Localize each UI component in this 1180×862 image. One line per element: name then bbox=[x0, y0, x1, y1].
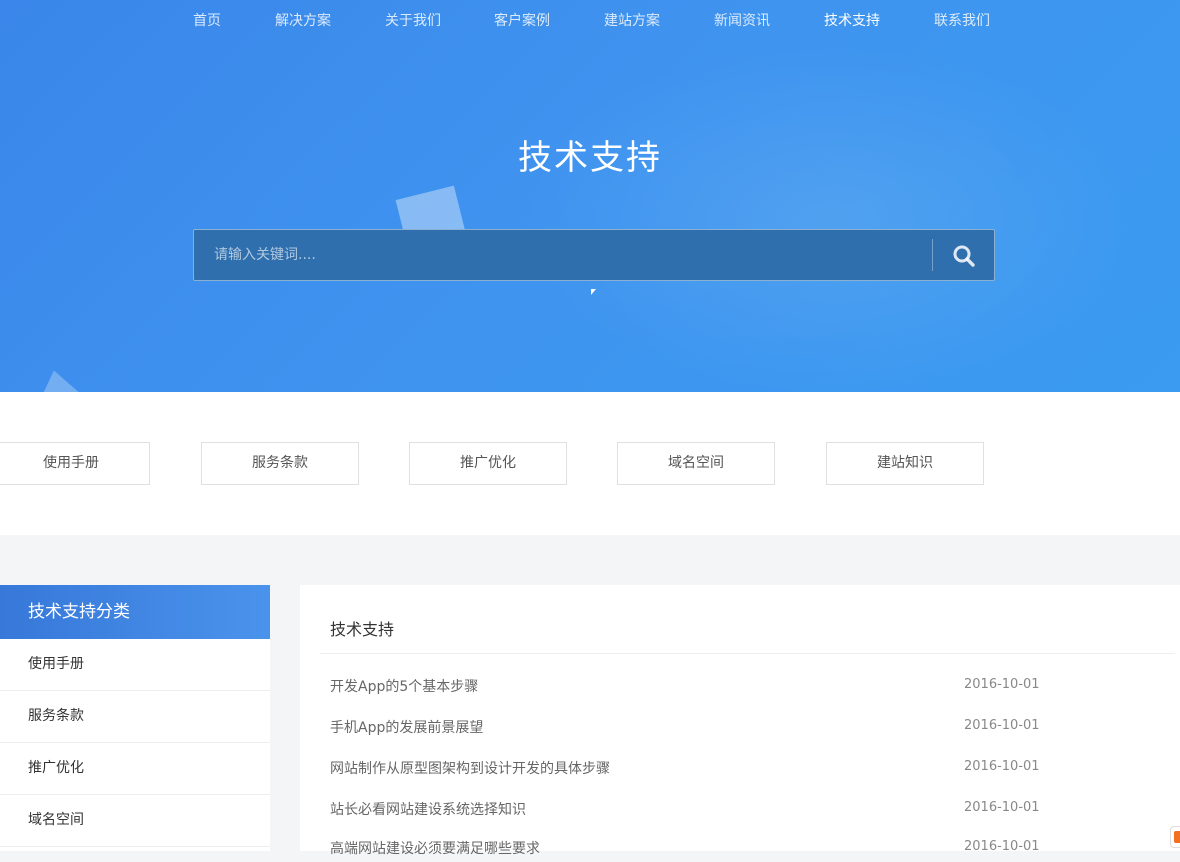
list-item[interactable]: 高端网站建设必须要满足哪些要求 2016-10-01 bbox=[330, 838, 1150, 862]
search-icon bbox=[953, 245, 975, 267]
article-title[interactable]: 开发App的5个基本步骤 bbox=[330, 676, 478, 696]
list-item[interactable]: 手机App的发展前景展望 2016-10-01 bbox=[330, 717, 1150, 741]
page-title: 技术支持 bbox=[518, 138, 662, 178]
sidebar-title: 技术支持分类 bbox=[0, 585, 270, 639]
sidebar-item-label: 使用手册 bbox=[28, 656, 84, 672]
nav-item-cases[interactable]: 客户案例 bbox=[494, 10, 550, 30]
article-date: 2016-10-01 bbox=[964, 800, 1040, 815]
sidebar: 技术支持分类 使用手册 服务条款 推广优化 域名空间 bbox=[0, 585, 270, 851]
article-date: 2016-10-01 bbox=[964, 759, 1040, 774]
category-strip: 使用手册 服务条款 推广优化 域名空间 建站知识 bbox=[0, 392, 1180, 535]
nav-item-solutions[interactable]: 解决方案 bbox=[275, 10, 331, 30]
search-bar bbox=[193, 229, 995, 281]
floating-widget-icon[interactable] bbox=[1170, 826, 1180, 848]
sidebar-item-label: 推广优化 bbox=[28, 760, 84, 776]
search-button[interactable] bbox=[933, 230, 995, 280]
list-item[interactable]: 站长必看网站建设系统选择知识 2016-10-01 bbox=[330, 799, 1150, 823]
article-date: 2016-10-01 bbox=[964, 718, 1040, 733]
article-title[interactable]: 高端网站建设必须要满足哪些要求 bbox=[330, 838, 540, 858]
article-title[interactable]: 网站制作从原型图架构到设计开发的具体步骤 bbox=[330, 758, 610, 778]
article-date: 2016-10-01 bbox=[964, 839, 1040, 854]
category-button-manual[interactable]: 使用手册 bbox=[0, 442, 150, 485]
list-item[interactable]: 网站制作从原型图架构到设计开发的具体步骤 2016-10-01 bbox=[330, 758, 1150, 782]
nav-item-contact[interactable]: 联系我们 bbox=[934, 10, 990, 30]
category-button-domain[interactable]: 域名空间 bbox=[617, 442, 775, 485]
sidebar-item-terms[interactable]: 服务条款 bbox=[0, 691, 270, 743]
article-title[interactable]: 手机App的发展前景展望 bbox=[330, 717, 483, 737]
mouse-cursor-icon bbox=[591, 289, 596, 295]
article-title[interactable]: 站长必看网站建设系统选择知识 bbox=[330, 799, 526, 819]
sidebar-item-manual[interactable]: 使用手册 bbox=[0, 639, 270, 691]
category-button-terms[interactable]: 服务条款 bbox=[201, 442, 359, 485]
category-button-knowledge[interactable]: 建站知识 bbox=[826, 442, 984, 485]
category-button-seo[interactable]: 推广优化 bbox=[409, 442, 567, 485]
sidebar-item-seo[interactable]: 推广优化 bbox=[0, 743, 270, 795]
sidebar-item-label: 服务条款 bbox=[28, 708, 84, 724]
hero-banner: 首页 解决方案 关于我们 客户案例 建站方案 新闻资讯 技术支持 联系我们 技术… bbox=[0, 0, 1180, 392]
panel-title: 技术支持 bbox=[330, 620, 395, 639]
top-nav: 首页 解决方案 关于我们 客户案例 建站方案 新闻资讯 技术支持 联系我们 bbox=[0, 0, 1180, 40]
nav-item-news[interactable]: 新闻资讯 bbox=[714, 10, 770, 30]
search-input[interactable] bbox=[194, 230, 932, 280]
nav-item-home[interactable]: 首页 bbox=[193, 10, 221, 30]
nav-item-site-plans[interactable]: 建站方案 bbox=[604, 10, 660, 30]
article-date: 2016-10-01 bbox=[964, 677, 1040, 692]
article-panel: 技术支持 开发App的5个基本步骤 2016-10-01 手机App的发展前景展… bbox=[300, 585, 1180, 857]
nav-item-support[interactable]: 技术支持 bbox=[824, 10, 880, 30]
sidebar-item-domain[interactable]: 域名空间 bbox=[0, 795, 270, 847]
decorative-triangle bbox=[24, 364, 92, 392]
nav-item-about[interactable]: 关于我们 bbox=[385, 10, 441, 30]
list-item[interactable]: 开发App的5个基本步骤 2016-10-01 bbox=[330, 676, 1150, 700]
sidebar-item-label: 域名空间 bbox=[28, 812, 84, 828]
panel-divider bbox=[320, 653, 1175, 654]
hero-glow bbox=[520, 40, 1140, 392]
